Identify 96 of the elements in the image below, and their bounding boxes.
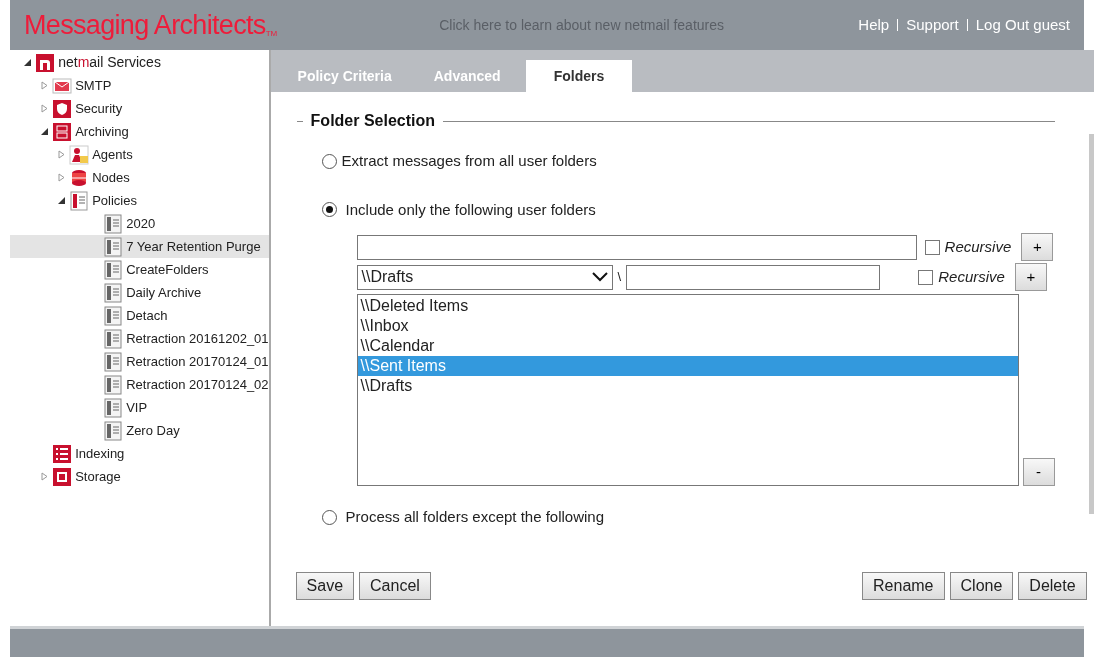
tree-label: VIP bbox=[126, 398, 148, 417]
document-icon bbox=[103, 351, 124, 372]
document-icon bbox=[103, 397, 124, 418]
tree-item[interactable]: Agents bbox=[10, 143, 269, 166]
tree-item[interactable]: Nodes bbox=[10, 166, 269, 189]
tree-label: Archiving bbox=[75, 122, 129, 141]
option-label: Process all folders except the following bbox=[345, 507, 605, 527]
document-icon bbox=[103, 282, 124, 303]
tree-label: Detach bbox=[126, 306, 168, 325]
tree-label: Retraction 20170124_01 bbox=[126, 352, 269, 371]
collapsed-triangle-icon[interactable] bbox=[39, 472, 49, 481]
remove-button[interactable]: - bbox=[1022, 458, 1055, 486]
expanded-triangle-icon[interactable] bbox=[39, 127, 49, 136]
tree-label: Retraction 20170124_02 bbox=[126, 375, 269, 394]
folder-path-field[interactable] bbox=[356, 234, 917, 260]
list-icon bbox=[52, 443, 73, 464]
tree-label: 2020 bbox=[126, 214, 156, 233]
document-icon bbox=[103, 236, 124, 257]
tree-item[interactable]: Zero Day bbox=[10, 419, 269, 442]
document-icon bbox=[103, 305, 124, 326]
form-button[interactable]: Rename bbox=[862, 571, 945, 600]
folder-list-item[interactable]: \\Deleted Items bbox=[357, 296, 1018, 316]
tree-label: Storage bbox=[75, 467, 121, 486]
document-icon bbox=[103, 259, 124, 280]
tree-item[interactable]: Policies bbox=[10, 189, 269, 212]
trademark: TM bbox=[265, 29, 278, 40]
document-icon bbox=[103, 420, 124, 441]
tree-item[interactable]: Retraction 20170124_02 bbox=[10, 373, 269, 396]
envelope-icon bbox=[52, 75, 73, 96]
add-button[interactable]: + bbox=[1014, 263, 1047, 291]
tree-item[interactable]: Storage bbox=[10, 465, 269, 488]
tree-label: Daily Archive bbox=[126, 283, 202, 302]
subfolder-field[interactable] bbox=[626, 264, 881, 290]
radio-button[interactable] bbox=[321, 153, 337, 169]
radio-button[interactable] bbox=[321, 202, 337, 218]
tree-item[interactable]: Detach bbox=[10, 304, 269, 327]
folder-list-item[interactable]: \\Inbox bbox=[357, 316, 1018, 336]
tree-item[interactable]: Archiving bbox=[10, 120, 269, 143]
option-label: Extract messages from all user folders bbox=[341, 151, 597, 171]
tree-item[interactable]: Retraction 20161202_01 bbox=[10, 327, 269, 350]
document-icon bbox=[103, 374, 124, 395]
tree-label: Nodes bbox=[92, 168, 130, 187]
tree-item[interactable]: Security bbox=[10, 97, 269, 120]
tree-label: Zero Day bbox=[126, 421, 180, 440]
cabinet-icon bbox=[52, 121, 73, 142]
tree-item[interactable]: SMTP bbox=[10, 74, 269, 97]
tree-label: SMTP bbox=[75, 76, 112, 95]
tree-item[interactable]: 2020 bbox=[10, 212, 269, 235]
checkbox[interactable] bbox=[918, 269, 934, 285]
checkbox[interactable] bbox=[924, 239, 940, 255]
collapsed-triangle-icon[interactable] bbox=[56, 173, 66, 182]
tree-item[interactable]: 7 Year Retention Purge bbox=[10, 235, 269, 258]
tree-label: 7 Year Retention Purge bbox=[126, 237, 261, 256]
checkbox-label: Recursive bbox=[944, 236, 1012, 257]
document-icon bbox=[103, 328, 124, 349]
tree-label: CreateFolders bbox=[126, 260, 209, 279]
tree-label: Agents bbox=[92, 145, 133, 164]
folder-dropdown[interactable]: \\Drafts bbox=[356, 264, 613, 290]
tree-item[interactable]: Indexing bbox=[10, 442, 269, 465]
collapsed-triangle-icon[interactable] bbox=[56, 150, 66, 159]
document-icon bbox=[103, 213, 124, 234]
expanded-triangle-icon[interactable] bbox=[22, 58, 32, 67]
shield-icon bbox=[52, 98, 73, 119]
add-button[interactable]: + bbox=[1021, 233, 1054, 261]
option-label: Include only the following user folders bbox=[345, 199, 596, 220]
radio-button[interactable] bbox=[321, 509, 337, 525]
tree-item[interactable]: VIP bbox=[10, 396, 269, 419]
scrollbar[interactable] bbox=[1088, 134, 1094, 514]
tab[interactable]: Folders bbox=[525, 60, 633, 92]
book-icon bbox=[69, 190, 90, 211]
form-button[interactable]: Save bbox=[295, 571, 355, 600]
tree-item[interactable]: Daily Archive bbox=[10, 281, 269, 304]
brand-logo: Messaging Architects bbox=[24, 8, 266, 42]
collapsed-triangle-icon[interactable] bbox=[39, 104, 49, 113]
person-icon bbox=[69, 144, 90, 165]
folder-list-item[interactable]: \\Drafts bbox=[357, 376, 1018, 396]
chevron-down-icon bbox=[591, 272, 608, 282]
expanded-triangle-icon[interactable] bbox=[56, 196, 66, 205]
tree-item[interactable]: CreateFolders bbox=[10, 258, 269, 281]
tree-label: netmail Services bbox=[58, 53, 161, 72]
tree-label: Policies bbox=[92, 191, 137, 210]
checkbox-label: Recursive bbox=[938, 266, 1005, 287]
tree-label: Indexing bbox=[75, 444, 125, 463]
form-button[interactable]: Delete bbox=[1018, 571, 1087, 600]
tree-item[interactable]: netmail Services bbox=[10, 51, 269, 74]
tree-item[interactable]: Retraction 20170124_01 bbox=[10, 350, 269, 373]
logo-icon bbox=[35, 52, 56, 73]
folder-list-item[interactable]: \\Calendar bbox=[357, 336, 1018, 356]
tree-label: Retraction 20161202_01 bbox=[126, 329, 269, 348]
tree-label: Security bbox=[75, 99, 123, 118]
path-separator: \ bbox=[617, 268, 622, 287]
form-button[interactable]: Cancel bbox=[359, 571, 431, 600]
collapsed-triangle-icon[interactable] bbox=[39, 81, 49, 90]
section-title: Folder Selection bbox=[310, 111, 436, 131]
storage-icon bbox=[52, 466, 73, 487]
form-button[interactable]: Clone bbox=[949, 571, 1014, 600]
